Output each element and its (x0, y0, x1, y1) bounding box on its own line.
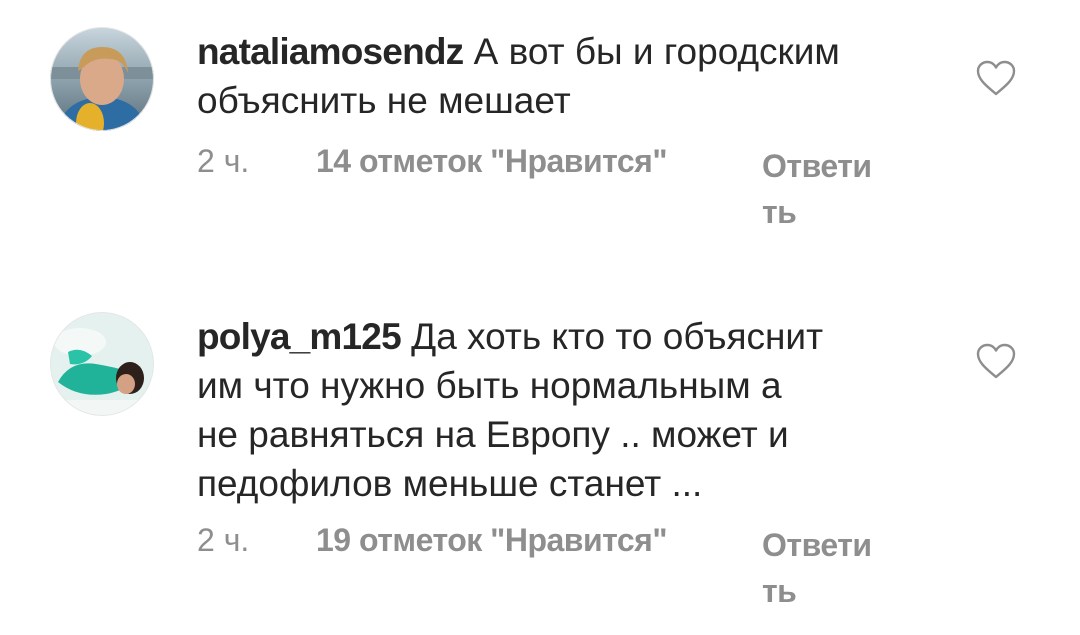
likes-count-link[interactable]: 19 отметок "Нравится" (316, 522, 668, 559)
comment-item: polya_m125 Да хоть кто то объяснит им чт… (0, 290, 1080, 635)
reply-button[interactable]: Ответи ть (762, 143, 902, 235)
likes-count-link[interactable]: 14 отметок "Нравится" (316, 143, 668, 180)
comment-username[interactable]: polya_m125 (197, 316, 402, 357)
comment-text-block: nataliamosendz А вот бы и городским объя… (197, 27, 937, 125)
user-avatar[interactable] (50, 312, 154, 416)
comment-timestamp: 2 ч. (197, 522, 250, 558)
comment-timestamp: 2 ч. (197, 143, 250, 179)
comment-item: nataliamosendz А вот бы и городским объя… (0, 0, 1080, 290)
comment-username[interactable]: nataliamosendz (197, 31, 464, 72)
reply-button[interactable]: Ответи ть (762, 522, 902, 614)
user-avatar[interactable] (50, 27, 154, 131)
comment-text-block: polya_m125 Да хоть кто то объяснит им чт… (197, 312, 937, 508)
heart-outline-icon[interactable] (974, 58, 1018, 98)
heart-outline-icon[interactable] (974, 341, 1018, 381)
